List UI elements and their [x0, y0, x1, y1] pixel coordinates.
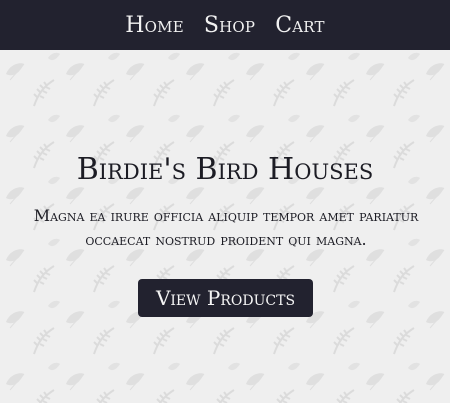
nav-cart-link[interactable]: Cart: [275, 13, 325, 38]
top-nav: Home Shop Cart: [0, 0, 450, 50]
nav-shop-link[interactable]: Shop: [204, 13, 255, 38]
hero-section: Birdie's Bird Houses Magna ea irure offi…: [0, 50, 450, 403]
hero-description: Magna ea irure officia aliquip tempor am…: [33, 206, 419, 249]
view-products-button[interactable]: View Products: [138, 279, 313, 317]
page-title: Birdie's Bird Houses: [76, 152, 374, 187]
nav-home-link[interactable]: Home: [125, 13, 184, 38]
